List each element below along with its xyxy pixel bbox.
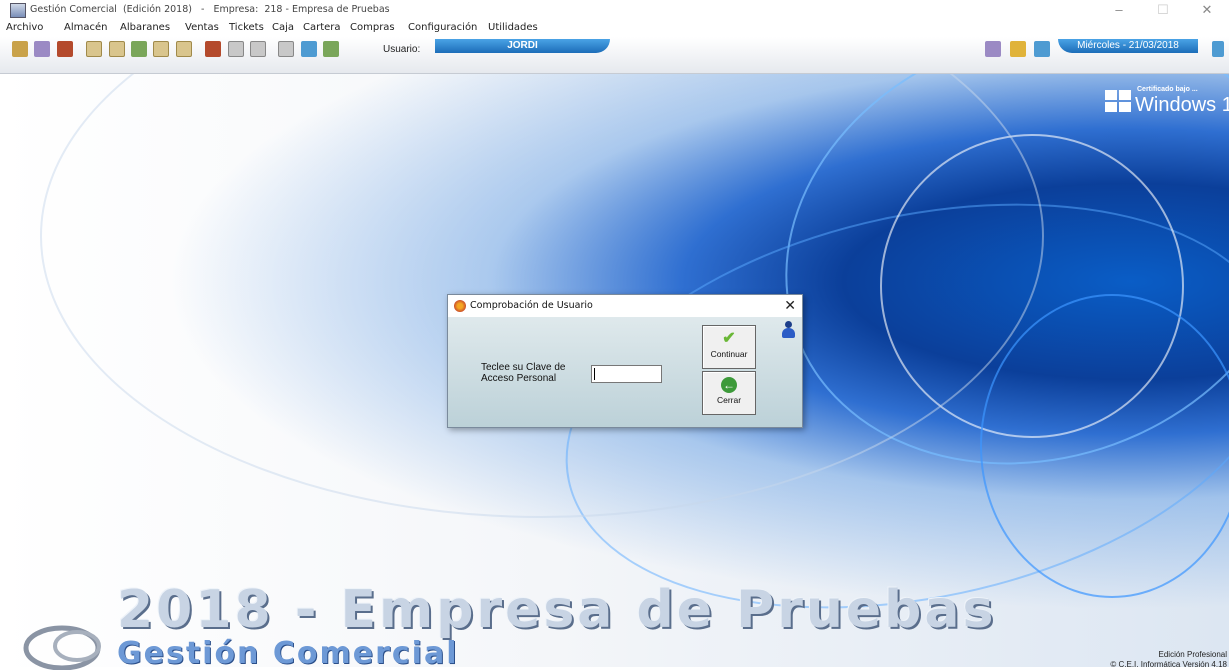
receipt-icon[interactable] [176, 41, 192, 57]
users-icon[interactable] [1010, 41, 1026, 57]
save-icon[interactable] [1034, 41, 1050, 57]
password-prompt: Teclee su Clave de Acceso Personal [481, 362, 566, 384]
link-icon[interactable] [985, 41, 1001, 57]
dialog-title-bar: Comprobación de Usuario ✕ [448, 295, 802, 317]
edition-label: Edición Profesional [1158, 650, 1227, 659]
menu-compras[interactable]: Compras [350, 22, 395, 33]
window-title: Gestión Comercial (Edición 2018) - Empre… [30, 4, 390, 15]
menu-ventas[interactable]: Ventas [185, 22, 219, 33]
user-label: Usuario: [383, 44, 421, 55]
report-icon[interactable] [278, 41, 294, 57]
cei-logo-icon [23, 625, 101, 670]
box-icon[interactable] [57, 41, 73, 57]
menu-albaranes[interactable]: Albaranes [120, 22, 170, 33]
title-bar: Gestión Comercial (Edición 2018) - Empre… [0, 0, 1229, 20]
back-arrow-icon: ← [721, 377, 737, 393]
chart-icon[interactable] [323, 41, 339, 57]
continue-button[interactable]: ✔ Continuar [702, 325, 756, 369]
menu-tickets[interactable]: Tickets [229, 22, 264, 33]
users-icon [454, 300, 466, 312]
close-dialog-label: Cerrar [716, 395, 742, 405]
customers-icon[interactable] [12, 41, 28, 57]
password-input[interactable] [591, 365, 662, 383]
calculator-icon[interactable] [228, 41, 244, 57]
calendar-icon[interactable] [153, 41, 169, 57]
document-icon[interactable] [86, 41, 102, 57]
company-title: 2018 - Empresa de Pruebas [117, 580, 997, 640]
menu-configuracion[interactable]: Configuración [408, 22, 477, 33]
menu-cartera[interactable]: Cartera [303, 22, 341, 33]
product-name: Gestión Comercial [117, 636, 459, 671]
cert-label: Certificado bajo ... [1137, 86, 1198, 93]
continue-label: Continuar [710, 349, 748, 359]
checkmark-icon: ✔ [722, 330, 736, 347]
maximize-button[interactable]: ☐ [1141, 0, 1185, 20]
graph-icon[interactable] [301, 41, 317, 57]
os-label: Windows 10 [1135, 94, 1229, 116]
menu-almacen[interactable]: Almacén [64, 22, 107, 33]
dialog-body: Teclee su Clave de Acceso Personal ✔ Con… [448, 317, 802, 427]
close-dialog-button[interactable]: ← Cerrar [702, 371, 756, 415]
user-icon[interactable] [1212, 41, 1224, 57]
menu-utilidades[interactable]: Utilidades [488, 22, 538, 33]
menu-caja[interactable]: Caja [272, 22, 294, 33]
text-caret [594, 368, 595, 380]
menu-bar: Archivo Almacén Albaranes Ventas Tickets… [0, 20, 1229, 37]
user-name-field: JORDI [435, 39, 610, 53]
notepad-icon[interactable] [250, 41, 266, 57]
close-button[interactable]: ✕ [1185, 0, 1229, 20]
dialog-close-button[interactable]: ✕ [784, 297, 796, 314]
user-check-dialog: Comprobación de Usuario ✕ Teclee su Clav… [447, 294, 803, 428]
dialog-title: Comprobación de Usuario [470, 300, 593, 311]
menu-archivo[interactable]: Archivo [6, 22, 43, 33]
transport-icon[interactable] [34, 41, 50, 57]
app-icon [10, 3, 26, 18]
invoice-icon[interactable] [109, 41, 125, 57]
tools-icon[interactable] [205, 41, 221, 57]
minimize-button[interactable]: – [1097, 0, 1141, 20]
windows-logo-icon [1105, 90, 1131, 112]
date-display: Miércoles - 21/03/2018 [1058, 39, 1198, 53]
copyright-label: © C.E.I. Informática Versión 4.18 [1110, 660, 1227, 669]
cash-icon[interactable] [131, 41, 147, 57]
toolbar: Usuario: JORDI Miércoles - 21/03/2018 [0, 37, 1229, 74]
windows10-badge: Certificado bajo ... Windows 10 [1105, 82, 1229, 120]
user-icon [782, 321, 795, 339]
